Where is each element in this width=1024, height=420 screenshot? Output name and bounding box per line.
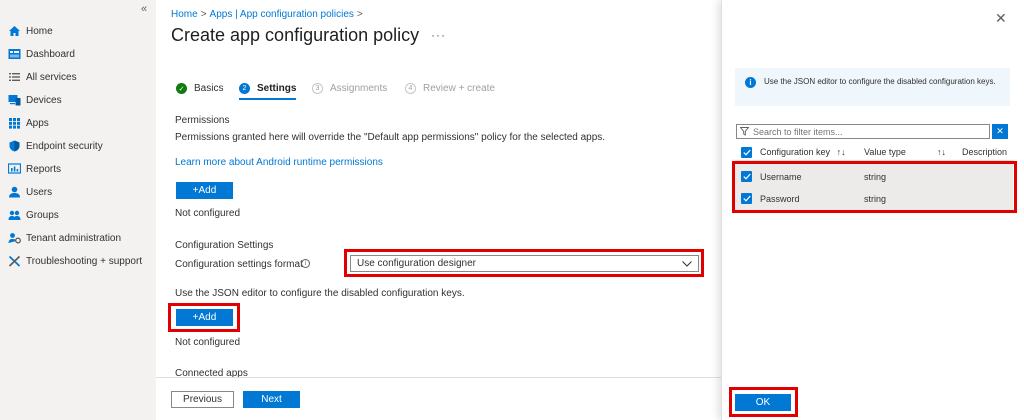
chevron-down-icon	[682, 260, 692, 267]
checkmark-icon	[742, 149, 751, 156]
configuration-status: Not configured	[175, 337, 241, 348]
permissions-status: Not configured	[175, 208, 241, 219]
dashboard-icon	[8, 49, 21, 59]
shield-icon	[9, 140, 20, 152]
tab-basics[interactable]: ✓ Basics	[176, 83, 223, 94]
row-checkbox[interactable]	[741, 193, 752, 204]
sidebar-item-label: Groups	[26, 209, 59, 221]
sidebar-item-label: All services	[26, 71, 77, 83]
breadcrumb-separator: >	[356, 9, 363, 20]
sidebar-item-label: Endpoint security	[26, 140, 103, 152]
previous-button[interactable]: Previous	[171, 391, 234, 408]
column-header-label: Configuration key	[760, 147, 831, 157]
step-number-icon: 2	[239, 83, 250, 94]
step-label: Basics	[194, 83, 224, 94]
ok-button[interactable]: OK	[735, 394, 791, 411]
tab-assignments[interactable]: 3 Assignments	[312, 83, 387, 94]
apps-icon	[9, 118, 20, 129]
sidebar-item-devices[interactable]: Devices	[8, 90, 154, 110]
dropdown-selected-value: Use configuration designer	[357, 258, 476, 269]
info-banner-text: Use the JSON editor to configure the dis…	[764, 77, 996, 86]
step-label: Review + create	[423, 83, 495, 94]
checkmark-icon	[742, 173, 751, 180]
step-number-icon: 4	[405, 83, 416, 94]
permissions-heading: Permissions	[175, 115, 230, 126]
breadcrumb-home-link[interactable]: Home	[171, 9, 198, 20]
info-banner	[735, 68, 1010, 106]
step-number-icon: 3	[312, 83, 323, 94]
sidebar-item-label: Tenant administration	[26, 232, 122, 244]
breadcrumb: Home > Apps | App configuration policies >	[171, 9, 366, 20]
filter-icon	[740, 127, 749, 136]
step-label: Settings	[257, 83, 297, 94]
sidebar-item-tenant-administration[interactable]: Tenant administration	[8, 228, 154, 248]
sort-icon[interactable]: ↑↓	[937, 147, 946, 157]
sidebar-item-label: Users	[26, 186, 53, 198]
active-tab-indicator	[239, 98, 296, 100]
learn-more-android-permissions-link[interactable]: Learn more about Android runtime permiss…	[175, 157, 383, 168]
footer-bar	[156, 378, 721, 420]
breadcrumb-separator: >	[200, 9, 207, 20]
column-header-description[interactable]: Description	[962, 147, 1007, 157]
sidebar-item-apps[interactable]: Apps	[8, 113, 154, 133]
sort-icon[interactable]: ↑↓	[837, 147, 846, 157]
row-value-type: string	[864, 194, 887, 204]
sidebar-item-endpoint-security[interactable]: Endpoint security	[8, 136, 154, 156]
filter-search-box[interactable]	[736, 124, 990, 139]
sidebar-item-dashboard[interactable]: Dashboard	[8, 44, 154, 64]
close-icon[interactable]: ✕	[995, 10, 1007, 27]
reports-icon	[8, 163, 21, 174]
configuration-format-label: Configuration settings format	[175, 259, 303, 270]
devices-icon	[8, 95, 21, 106]
sidebar-item-all-services[interactable]: All services	[8, 67, 154, 87]
sidebar-item-label: Apps	[26, 117, 49, 129]
next-button[interactable]: Next	[243, 391, 300, 408]
tenant-gear-icon	[8, 233, 21, 244]
info-icon: i	[745, 77, 756, 88]
tab-review-create[interactable]: 4 Review + create	[405, 83, 495, 94]
table-header-divider	[735, 160, 1014, 161]
sidebar-item-label: Devices	[26, 94, 62, 106]
row-value-type: string	[864, 172, 887, 182]
page-title: Create app configuration policy	[171, 25, 420, 45]
row-configuration-key: Username	[760, 172, 802, 182]
add-configuration-button[interactable]: +Add	[176, 309, 233, 326]
sidebar-item-reports[interactable]: Reports	[8, 159, 154, 179]
sidebar-item-users[interactable]: Users	[8, 182, 154, 202]
sidebar-item-groups[interactable]: Groups	[8, 205, 154, 225]
sidebar-item-label: Reports	[26, 163, 62, 175]
groups-icon	[8, 210, 21, 220]
checkmark-icon	[742, 195, 751, 202]
list-icon	[9, 73, 20, 81]
configuration-settings-heading: Configuration Settings	[175, 240, 274, 251]
sidebar-item-label: Home	[26, 25, 53, 37]
column-header-value-type[interactable]: Value type	[864, 147, 906, 157]
row-configuration-key: Password	[760, 194, 800, 204]
column-header-configuration-key[interactable]: Configuration key ↑↓	[760, 147, 846, 157]
json-editor-note: Use the JSON editor to configure the dis…	[175, 288, 465, 299]
more-options-button[interactable]: ···	[431, 28, 446, 42]
step-label: Assignments	[330, 83, 388, 94]
tools-icon	[8, 255, 21, 267]
add-permission-button[interactable]: +Add	[176, 182, 233, 199]
select-all-checkbox[interactable]	[741, 147, 752, 158]
sidebar-item-home[interactable]: Home	[8, 21, 154, 41]
user-icon	[9, 186, 20, 198]
home-icon	[9, 26, 20, 36]
sidebar-item-label: Dashboard	[26, 48, 75, 60]
filter-input[interactable]	[749, 126, 981, 137]
breadcrumb-app-config-link[interactable]: Apps | App configuration policies	[210, 9, 354, 20]
permissions-description: Permissions granted here will override t…	[175, 132, 606, 143]
tab-settings[interactable]: 2 Settings	[239, 83, 296, 94]
row-checkbox[interactable]	[741, 171, 752, 182]
collapse-sidebar-button[interactable]: «	[141, 3, 147, 15]
configuration-format-dropdown[interactable]: Use configuration designer	[350, 255, 699, 272]
sidebar-item-label: Troubleshooting + support	[26, 255, 143, 267]
clear-filter-button[interactable]: ✕	[992, 124, 1008, 139]
checkmark-icon: ✓	[176, 83, 187, 94]
info-icon[interactable]: i	[301, 259, 310, 268]
sidebar-item-troubleshooting[interactable]: Troubleshooting + support	[8, 251, 154, 271]
